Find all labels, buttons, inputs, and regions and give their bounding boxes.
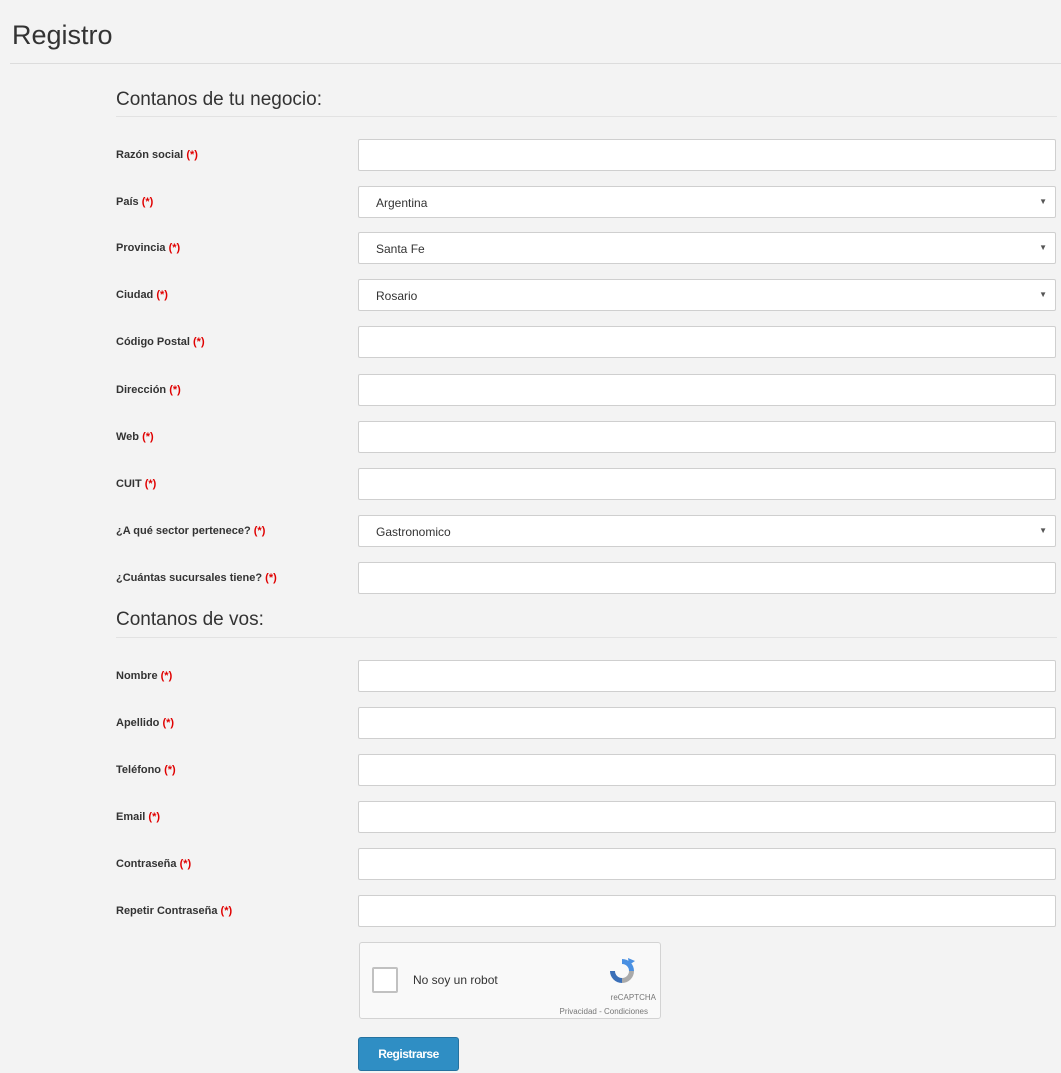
repetir-contrasena-label: Repetir Contraseña (*) [116, 905, 233, 917]
nombre-label: Nombre (*) [116, 670, 173, 682]
razon-social-input[interactable] [358, 139, 1056, 171]
apellido-input[interactable] [358, 707, 1056, 739]
required-marker: (*) [265, 572, 277, 584]
email-label: Email (*) [116, 811, 161, 823]
required-marker: (*) [253, 525, 266, 537]
required-marker: (*) [169, 384, 181, 396]
caret-down-icon: ▼ [1039, 243, 1047, 252]
email-input[interactable] [358, 801, 1056, 833]
pais-selected-value: Argentina [376, 196, 428, 210]
form-row-provincia: Provincia (*) Santa Fe ▼ [0, 232, 1061, 266]
ciudad-select[interactable]: Rosario ▼ [358, 279, 1056, 311]
personal-section-heading: Contanos de vos: [116, 609, 264, 630]
form-row-telefono: Teléfono (*) [0, 754, 1061, 788]
form-row-email: Email (*) [0, 801, 1061, 835]
caret-down-icon: ▼ [1039, 290, 1047, 299]
apellido-label: Apellido (*) [116, 717, 175, 729]
sucursales-input[interactable] [358, 562, 1056, 594]
required-marker: (*) [141, 196, 154, 208]
telefono-input[interactable] [358, 754, 1056, 786]
required-marker: (*) [179, 858, 192, 870]
caret-down-icon: ▼ [1039, 197, 1047, 206]
required-marker: (*) [142, 431, 154, 443]
direccion-label: Dirección (*) [116, 384, 181, 396]
sector-select[interactable]: Gastronomico ▼ [358, 515, 1056, 547]
form-row-contrasena: Contraseña (*) [0, 848, 1061, 882]
cuit-label: CUIT (*) [116, 478, 157, 490]
form-row-apellido: Apellido (*) [0, 707, 1061, 741]
required-marker: (*) [156, 289, 168, 301]
register-button[interactable]: Registrarse [358, 1037, 459, 1071]
provincia-label: Provincia (*) [116, 242, 181, 254]
recaptcha-widget: No soy un robot reCAPTCHA Privacidad - C… [359, 942, 661, 1019]
recaptcha-brand: reCAPTCHA [610, 993, 656, 1002]
ciudad-label: Ciudad (*) [116, 289, 168, 301]
form-row-sector: ¿A qué sector pertenece? (*) Gastronomic… [0, 515, 1061, 549]
cuit-input[interactable] [358, 468, 1056, 500]
pais-label: País (*) [116, 196, 154, 208]
required-marker: (*) [164, 764, 176, 776]
recaptcha-label: No soy un robot [413, 973, 498, 987]
telefono-label: Teléfono (*) [116, 764, 176, 776]
sector-label: ¿A qué sector pertenece? (*) [116, 525, 266, 537]
title-divider [10, 63, 1061, 64]
form-row-direccion: Dirección (*) [0, 374, 1061, 408]
web-label: Web (*) [116, 431, 154, 443]
provincia-select[interactable]: Santa Fe ▼ [358, 232, 1056, 264]
required-marker: (*) [162, 717, 175, 729]
form-row-codigo-postal: Código Postal (*) [0, 326, 1061, 360]
sucursales-label: ¿Cuántas sucursales tiene? (*) [116, 572, 277, 584]
required-marker: (*) [168, 242, 181, 254]
form-row-repetir-contrasena: Repetir Contraseña (*) [0, 895, 1061, 929]
form-row-web: Web (*) [0, 421, 1061, 455]
required-marker: (*) [186, 149, 198, 161]
sector-selected-value: Gastronomico [376, 525, 451, 539]
provincia-selected-value: Santa Fe [376, 242, 425, 256]
required-marker: (*) [144, 478, 157, 490]
contrasena-input[interactable] [358, 848, 1056, 880]
form-row-razon-social: Razón social (*) [0, 139, 1061, 173]
recaptcha-privacy-links[interactable]: Privacidad - Condiciones [560, 1007, 649, 1016]
form-row-nombre: Nombre (*) [0, 660, 1061, 694]
form-row-sucursales: ¿Cuántas sucursales tiene? (*) [0, 562, 1061, 596]
repetir-contrasena-input[interactable] [358, 895, 1056, 927]
caret-down-icon: ▼ [1039, 526, 1047, 535]
codigo-postal-input[interactable] [358, 326, 1056, 358]
personal-section-divider [116, 637, 1057, 638]
web-input[interactable] [358, 421, 1056, 453]
nombre-input[interactable] [358, 660, 1056, 692]
form-row-ciudad: Ciudad (*) Rosario ▼ [0, 279, 1061, 313]
form-row-cuit: CUIT (*) [0, 468, 1061, 502]
direccion-input[interactable] [358, 374, 1056, 406]
pais-select[interactable]: Argentina ▼ [358, 186, 1056, 218]
required-marker: (*) [220, 905, 233, 917]
page-title: Registro [12, 20, 113, 50]
required-marker: (*) [193, 336, 205, 348]
required-marker: (*) [148, 811, 161, 823]
business-section-heading: Contanos de tu negocio: [116, 89, 322, 110]
business-section-divider [116, 116, 1057, 117]
ciudad-selected-value: Rosario [376, 289, 418, 303]
codigo-postal-label: Código Postal (*) [116, 336, 205, 348]
required-marker: (*) [160, 670, 173, 682]
recaptcha-logo-icon [610, 958, 635, 983]
razon-social-label: Razón social (*) [116, 149, 198, 161]
form-row-pais: País (*) Argentina ▼ [0, 186, 1061, 220]
contrasena-label: Contraseña (*) [116, 858, 192, 870]
recaptcha-checkbox[interactable] [372, 967, 398, 993]
